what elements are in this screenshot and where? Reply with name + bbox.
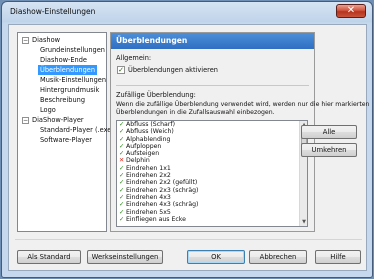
checked-icon[interactable]: ✓ [119, 121, 126, 128]
enable-transitions-checkbox[interactable]: ✓ [117, 66, 125, 74]
list-item-label: Eindrehen 1x1 [126, 164, 171, 172]
checked-icon[interactable]: ✓ [119, 194, 126, 201]
tree-item-grundeinstellungen[interactable]: Grundeinstellungen [40, 45, 105, 55]
dialog-body: − Diashow Grundeinstellungen Diashow-End… [8, 24, 369, 271]
tree-item-standard-player[interactable]: Standard-Player (.exe) [40, 125, 114, 135]
list-item-label: Abfluss (Weich) [126, 128, 174, 136]
checked-icon[interactable]: ✓ [119, 136, 126, 143]
settings-tree: − Diashow Grundeinstellungen Diashow-End… [17, 32, 114, 232]
select-all-button[interactable]: Alle [301, 125, 357, 139]
checked-icon[interactable]: ✓ [119, 128, 126, 135]
enable-transitions-label[interactable]: Überblendungen aktivieren [128, 66, 218, 74]
tree-group-diashow-player[interactable]: DiaShow-Player [32, 115, 84, 125]
footer-divider [15, 239, 362, 240]
tree-group-diashow[interactable]: Diashow [32, 35, 60, 45]
list-item[interactable]: ✓ Aufploppen [117, 143, 307, 150]
checked-icon[interactable]: ✓ [119, 143, 126, 150]
list-item[interactable]: ✕ Delphin [117, 157, 307, 164]
checked-icon[interactable]: ✓ [119, 209, 126, 216]
checked-icon[interactable]: ✓ [119, 179, 126, 186]
list-item[interactable]: ✓ Aufsteigen [117, 150, 307, 157]
settings-window: Diashow-Einstellungen ✕ − Diashow Grunde… [1, 1, 373, 278]
checked-icon[interactable]: ✓ [119, 201, 126, 208]
tree-item-musik-einstellungen[interactable]: Musik-Einstellungen [40, 75, 106, 85]
as-default-button[interactable]: Als Standard [17, 250, 81, 264]
panel-title: Überblendungen [111, 33, 314, 49]
list-item[interactable]: ✓ Eindrehen 2x2 (gefüllt) [117, 179, 307, 186]
list-item[interactable]: ✓ Eindrehen 2x3 (schräg) [117, 187, 307, 194]
list-item-label: Eindrehen 2x3 (schräg) [126, 186, 199, 194]
list-item[interactable]: ✓ Abfluss (Scharf) [117, 121, 307, 128]
list-item-label: Aufsteigen [126, 150, 160, 158]
tree-item-beschreibung[interactable]: Beschreibung [40, 95, 85, 105]
list-item[interactable]: ✓ Eindrehen 5x5 [117, 209, 307, 216]
list-item-label: Aufploppen [126, 142, 162, 150]
list-item-label: Delphin [126, 157, 150, 165]
list-item[interactable]: ✓ Eindrehen 2x2 [117, 172, 307, 179]
random-section-label: Zufällige Überblendung: [116, 91, 196, 99]
excluded-icon[interactable]: ✕ [119, 157, 126, 164]
list-item[interactable]: ✓ Eindrehen 4x3 (schräg) [117, 201, 307, 208]
help-button[interactable]: Hilfe [315, 250, 361, 264]
tree-item-ueberblendungen[interactable]: Überblendungen [38, 65, 97, 75]
checked-icon[interactable]: ✓ [119, 216, 126, 223]
list-item[interactable]: ✓ Eindrehen 4x3 [117, 194, 307, 201]
list-item-label: Einfliegen aus Ecke [126, 215, 186, 223]
tree-item-hintergrundmusik[interactable]: Hintergrundmusik [40, 85, 99, 95]
list-item[interactable]: ✓ Abfluss (Weich) [117, 128, 307, 135]
close-button[interactable]: ✕ [336, 4, 366, 18]
list-item-label: Eindrehen 4x3 [126, 193, 171, 201]
random-description-line1: Wenn die zufällige Überblendung verwende… [116, 101, 370, 108]
tree-item-software-player[interactable]: Software-Player [40, 135, 92, 145]
list-item-label: Eindrehen 4x3 (schräg) [126, 201, 199, 209]
list-item-label: Eindrehen 2x2 [126, 172, 171, 180]
checked-icon[interactable]: ✓ [119, 187, 126, 194]
invert-button[interactable]: Umkehren [301, 143, 357, 157]
scroll-down-icon[interactable]: ▼ [301, 219, 307, 225]
collapse-diashow-player-icon[interactable]: − [22, 117, 29, 124]
general-section-label: Allgemein: [116, 54, 152, 62]
title-bar[interactable]: Diashow-Einstellungen ✕ [2, 2, 372, 22]
checked-icon[interactable]: ✓ [119, 172, 126, 179]
list-item[interactable]: ✓ Alphablending [117, 136, 307, 143]
list-item-label: Abfluss (Scharf) [126, 121, 175, 128]
cancel-button[interactable]: Abbrechen [249, 250, 307, 264]
checked-icon[interactable]: ✓ [119, 165, 126, 172]
ok-button[interactable]: OK [187, 250, 245, 264]
collapse-diashow-icon[interactable]: − [22, 37, 29, 44]
list-item-label: Eindrehen 2x2 (gefüllt) [126, 179, 198, 187]
transitions-list[interactable]: ✓ Abfluss (Scharf) ✓ Abfluss (Weich) ✓ Alphab… [116, 120, 308, 227]
transitions-panel: Überblendungen Allgemein: ✓ Überblendung… [110, 32, 369, 232]
window-title: Diashow-Einstellungen [10, 7, 96, 16]
list-item[interactable]: ✓ Eindrehen 1x1 [117, 165, 307, 172]
tree-item-diashow-ende[interactable]: Diashow-Ende [40, 55, 87, 65]
list-item[interactable]: ✓ Einfliegen aus Ecke [117, 216, 307, 223]
list-item-label: Eindrehen 5x5 [126, 208, 171, 216]
factory-settings-button[interactable]: Werkseinstellungen [87, 250, 163, 264]
close-icon: ✕ [346, 5, 356, 16]
random-description-line2: Überblendungen in die Zufallsauswahl ein… [116, 109, 275, 116]
section-divider [116, 85, 309, 86]
tree-item-logo[interactable]: Logo [40, 105, 56, 115]
list-item-label: Alphablending [126, 135, 171, 143]
checked-icon[interactable]: ✓ [119, 150, 126, 157]
